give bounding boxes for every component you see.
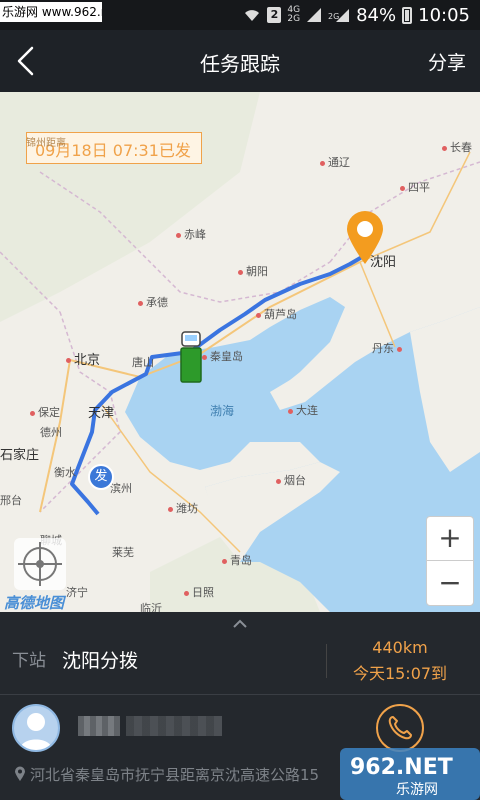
battery-icon bbox=[402, 6, 413, 24]
city-label: 长春 bbox=[442, 139, 472, 155]
city-label: 邢台 bbox=[0, 494, 22, 507]
map-logo: 高德地图 bbox=[4, 594, 65, 612]
city-label: 青岛 bbox=[222, 552, 252, 568]
network-type: 4G 2G bbox=[287, 5, 301, 24]
city-label: 德州 bbox=[40, 426, 62, 439]
call-button[interactable] bbox=[376, 704, 424, 752]
driver-name-redacted bbox=[78, 716, 120, 736]
city-label: 四平 bbox=[400, 179, 430, 195]
divider bbox=[0, 694, 480, 695]
city-label: 朝阳 bbox=[238, 263, 268, 279]
person-icon bbox=[20, 713, 52, 750]
time-badge-overlay: 锦州距离 bbox=[26, 138, 66, 149]
phone-icon bbox=[388, 716, 412, 740]
city-label: 衡水 bbox=[54, 466, 76, 479]
sea-label: 渤海 bbox=[210, 404, 235, 418]
city-label: 烟台 bbox=[276, 472, 306, 488]
remaining-distance: 440km bbox=[372, 638, 428, 657]
origin-marker[interactable]: 发 bbox=[88, 464, 114, 490]
city-label: 石家庄 bbox=[0, 448, 40, 463]
divider bbox=[326, 644, 327, 678]
city-label: 潍坊 bbox=[168, 500, 198, 516]
city-label: 葫芦岛 bbox=[256, 306, 297, 322]
compass-icon bbox=[18, 542, 62, 586]
arrival-eta: 今天15:07到 bbox=[352, 664, 448, 683]
city-label: 天津 bbox=[88, 406, 115, 421]
destination-pin-icon[interactable] bbox=[344, 210, 386, 266]
city-label: 承德 bbox=[138, 294, 168, 310]
city-label: 大连 bbox=[288, 402, 318, 418]
city-label: 莱芜 bbox=[112, 546, 134, 559]
status-bar: 乐游网 www.962.net 2 4G 2G 2G 84% 10:05 bbox=[0, 0, 480, 30]
city-label: 济宁 bbox=[66, 586, 88, 599]
city-label: 北京 bbox=[66, 349, 100, 368]
next-stop-name: 沈阳分拨 bbox=[62, 650, 139, 672]
svg-text:2G: 2G bbox=[328, 12, 339, 21]
watermark-top: 乐游网 www.962.net bbox=[0, 2, 102, 22]
nav-bar: 任务跟踪 分享 bbox=[0, 30, 480, 92]
truck-icon[interactable] bbox=[180, 330, 202, 384]
clock: 10:05 bbox=[418, 4, 470, 26]
driver-phone-redacted bbox=[126, 716, 222, 736]
signal-icon bbox=[307, 8, 322, 22]
status-icons: 2 4G 2G 2G 84% 10:05 bbox=[243, 0, 470, 30]
chevron-up-icon[interactable] bbox=[229, 616, 251, 632]
zoom-out-button[interactable]: − bbox=[427, 562, 473, 606]
map-view[interactable]: 长春 通辽 四平 赤峰 朝阳 沈阳 承德 葫芦岛 丹东 北京 唐山 秦皇岛 保定… bbox=[0, 92, 480, 612]
page-title: 任务跟踪 bbox=[200, 52, 280, 76]
battery-percent: 84% bbox=[356, 4, 397, 26]
city-label: 保定 bbox=[30, 404, 60, 420]
svg-text:乐游网: 乐游网 bbox=[396, 782, 438, 798]
current-address: 河北省秦皇岛市抚宁县距离京沈高速公路15 bbox=[14, 764, 344, 785]
city-label: 通辽 bbox=[320, 154, 350, 170]
city-label: 临沂 bbox=[140, 602, 162, 612]
city-label: 丹东 bbox=[372, 340, 405, 356]
zoom-control: + − bbox=[426, 516, 474, 606]
watermark-logo: 962.NET 乐游网 bbox=[340, 748, 480, 800]
svg-text:962.NET: 962.NET bbox=[350, 755, 453, 780]
zoom-in-button[interactable]: + bbox=[427, 517, 473, 561]
sim-badge: 2 bbox=[267, 7, 282, 23]
driver-avatar[interactable] bbox=[12, 704, 60, 752]
share-button[interactable]: 分享 bbox=[428, 48, 466, 75]
wifi-icon bbox=[245, 10, 260, 21]
city-label: 唐山 bbox=[132, 356, 154, 369]
signal-icon-2: 2G bbox=[328, 9, 350, 22]
city-label: 日照 bbox=[184, 584, 214, 600]
city-label: 赤峰 bbox=[176, 226, 206, 242]
next-stop-label: 下站 bbox=[12, 651, 46, 671]
location-pin-icon bbox=[15, 766, 25, 781]
screen: 乐游网 www.962.net 2 4G 2G 2G 84% 10:05 任务跟… bbox=[0, 0, 480, 800]
compass-button[interactable] bbox=[14, 538, 66, 590]
city-label: 滨州 bbox=[110, 482, 132, 495]
city-label: 秦皇岛 bbox=[202, 348, 243, 364]
